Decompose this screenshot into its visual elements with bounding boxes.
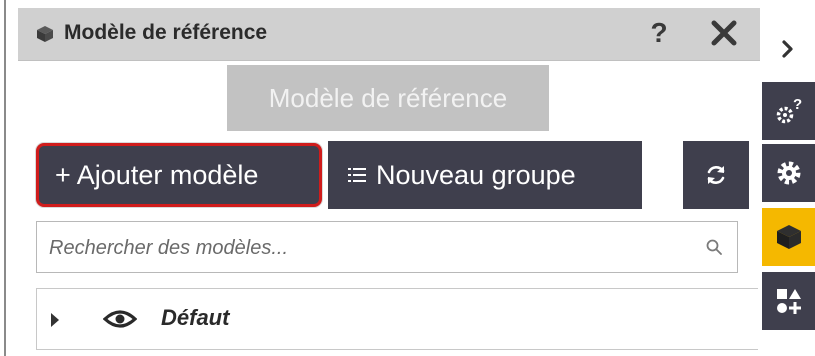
help-button[interactable]: ? <box>642 14 676 52</box>
reference-model-panel: Modèle de référence ? Modèle de référenc… <box>18 8 760 356</box>
close-icon <box>711 20 737 46</box>
chevron-right-icon <box>781 40 793 58</box>
tree-item-default[interactable]: Défaut <box>36 288 758 350</box>
new-group-button[interactable]: Nouveau groupe <box>328 141 642 209</box>
list-icon <box>348 168 366 182</box>
sidebar-item-help-settings[interactable]: ? <box>762 82 815 140</box>
sidebar-item-settings[interactable] <box>762 144 815 202</box>
eye-icon[interactable] <box>103 307 137 331</box>
shapes-add-icon <box>776 289 801 314</box>
sidebar-item-models[interactable] <box>762 208 815 266</box>
add-model-button[interactable]: + Ajouter modèle <box>36 143 322 207</box>
gear-icon <box>777 161 800 185</box>
expand-panel-button[interactable] <box>760 26 815 72</box>
svg-text:?: ? <box>793 96 802 113</box>
window-edge <box>0 0 8 356</box>
expand-caret-icon[interactable] <box>51 313 59 327</box>
reference-model-button[interactable]: Modèle de référence <box>227 65 549 131</box>
search-field[interactable] <box>36 221 738 274</box>
panel-title-bar: Modèle de référence ? <box>18 8 760 61</box>
panel-title: Modèle de référence <box>64 21 268 44</box>
search-input[interactable] <box>47 222 671 274</box>
right-sidebar: ? <box>760 0 815 356</box>
close-button[interactable] <box>704 14 744 52</box>
refresh-button[interactable] <box>683 141 749 209</box>
cube-icon <box>37 26 53 42</box>
cube-icon <box>776 225 801 249</box>
help-settings-icon: ? <box>776 96 802 124</box>
search-icon <box>706 239 722 255</box>
sidebar-item-shapes[interactable] <box>762 272 815 330</box>
new-group-label: Nouveau groupe <box>376 159 576 190</box>
tree-item-label: Défaut <box>161 305 230 330</box>
refresh-icon <box>707 166 725 184</box>
